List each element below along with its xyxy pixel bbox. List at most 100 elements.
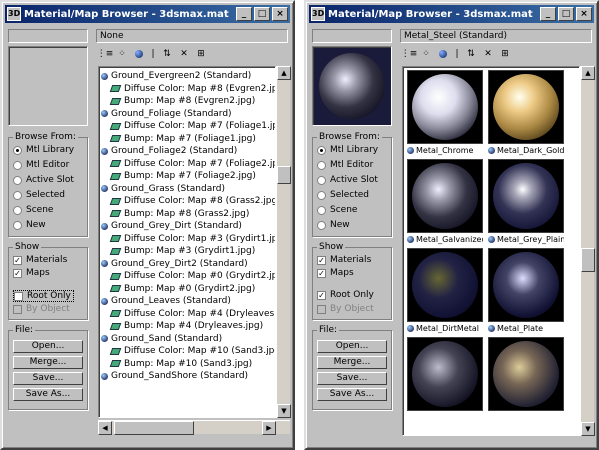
delete-icon[interactable]: ✕ bbox=[481, 48, 495, 60]
map-node[interactable]: Bump: Map #8 (Evgren2.jpg) bbox=[99, 95, 275, 108]
update-scene-icon[interactable]: ⇅ bbox=[160, 48, 174, 60]
close-button[interactable]: × bbox=[576, 7, 592, 21]
save-as-button[interactable]: Save As... bbox=[13, 388, 83, 401]
radio-selected[interactable]: Selected bbox=[317, 190, 369, 200]
checkbox-by-object[interactable]: By Object bbox=[13, 304, 70, 314]
material-node[interactable]: Ground_Foliage2 (Standard) bbox=[99, 145, 275, 158]
vertical-scrollbar[interactable]: ▲ ▼ bbox=[580, 66, 595, 436]
view-large-icons-icon[interactable] bbox=[439, 50, 447, 58]
material-thumbnail[interactable]: Metal_Chrome bbox=[407, 70, 483, 156]
map-node[interactable]: Bump: Map #0 (Grydirt2.jpg) bbox=[99, 283, 275, 296]
scroll-thumb[interactable] bbox=[277, 166, 291, 184]
merge-button[interactable]: Merge... bbox=[317, 356, 387, 369]
update-scene-icon[interactable]: ⇅ bbox=[464, 48, 478, 60]
material-node[interactable]: Ground_SandShore (Standard) bbox=[99, 370, 275, 383]
material-node[interactable]: Ground_Grey_Dirt (Standard) bbox=[99, 220, 275, 233]
view-large-icons-icon[interactable] bbox=[135, 50, 143, 58]
radio-selected[interactable]: Selected bbox=[13, 190, 65, 200]
radio-new[interactable]: New bbox=[317, 220, 350, 230]
horizontal-scrollbar[interactable]: ◀ ▶ bbox=[98, 420, 290, 435]
material-node[interactable]: Ground_Evergreen2 (Standard) bbox=[99, 70, 275, 83]
material-thumbnail-grid[interactable]: Metal_Chrome Metal_Dark_Gold Metal_Galvani… bbox=[402, 66, 580, 436]
delete-icon[interactable]: ✕ bbox=[177, 48, 191, 60]
title-bar[interactable]: 3D Material/Map Browser - 3dsmax.mat _ □… bbox=[5, 5, 290, 23]
map-node[interactable]: Diffuse Color: Map #0 (Grydirt2.jpg) bbox=[99, 270, 275, 283]
search-name-field[interactable] bbox=[312, 29, 392, 43]
view-list-icon[interactable]: ⋮≡ bbox=[401, 48, 418, 60]
map-node[interactable]: Bump: Map #7 (Foliage1.jpg) bbox=[99, 133, 275, 146]
checkbox-maps[interactable]: ✓ Maps bbox=[13, 268, 50, 278]
map-node[interactable]: Diffuse Color: Map #8 (Evgren2.jpg) bbox=[99, 83, 275, 96]
map-node[interactable]: Bump: Map #3 (Grydirt1.jpg) bbox=[99, 245, 275, 258]
map-node[interactable]: Diffuse Color: Map #7 (Foliage1.jpg) bbox=[99, 120, 275, 133]
material-node[interactable]: Ground_Grass (Standard) bbox=[99, 183, 275, 196]
view-small-icons-icon[interactable]: ⁘ bbox=[115, 48, 129, 60]
radio-new[interactable]: New bbox=[13, 220, 46, 230]
map-node[interactable]: Diffuse Color: Map #8 (Grass2.jpg) bbox=[99, 195, 275, 208]
material-thumbnail[interactable]: Metal_DirtMetal bbox=[407, 248, 483, 334]
radio-active-slot[interactable]: Active Slot bbox=[13, 175, 74, 185]
title-bar[interactable]: 3D Material/Map Browser - 3dsmax.mat _ □… bbox=[309, 5, 594, 23]
maximize-button[interactable]: □ bbox=[558, 7, 574, 21]
selected-name-field: None bbox=[96, 29, 288, 43]
material-thumbnail[interactable]: Metal_Dark_Gold bbox=[488, 70, 564, 156]
save-button[interactable]: Save... bbox=[317, 372, 387, 385]
material-node[interactable]: Ground_Sand (Standard) bbox=[99, 333, 275, 346]
scroll-left-button[interactable]: ◀ bbox=[98, 421, 112, 435]
map-node[interactable]: Diffuse Color: Map #7 (Foliage2.jpg) bbox=[99, 158, 275, 171]
save-button[interactable]: Save... bbox=[13, 372, 83, 385]
material-thumbnail[interactable]: Metal_Grey_Plain bbox=[488, 159, 564, 245]
map-node[interactable]: Bump: Map #4 (Dryleaves.jpg) bbox=[99, 320, 275, 333]
maximize-button[interactable]: □ bbox=[254, 7, 270, 21]
open-button[interactable]: Open... bbox=[13, 340, 83, 353]
radio-scene[interactable]: Scene bbox=[317, 205, 357, 215]
search-name-field[interactable] bbox=[8, 29, 88, 43]
scroll-up-button[interactable]: ▲ bbox=[581, 66, 595, 80]
map-node[interactable]: Diffuse Color: Map #10 (Sand3.jpg) bbox=[99, 345, 275, 358]
checkbox-materials[interactable]: ✓ Materials bbox=[13, 255, 67, 265]
checkbox-root-only[interactable]: ✓ Root Only bbox=[317, 290, 374, 300]
scroll-thumb[interactable] bbox=[581, 248, 595, 272]
material-node[interactable]: Ground_Grey_Dirt2 (Standard) bbox=[99, 258, 275, 271]
view-list-icon[interactable]: ⋮≡ bbox=[97, 48, 114, 60]
map-node[interactable]: Diffuse Color: Map #3 (Grydirt1.jpg) bbox=[99, 233, 275, 246]
map-node[interactable]: Bump: Map #10 (Sand3.jpg) bbox=[99, 358, 275, 371]
scroll-right-button[interactable]: ▶ bbox=[262, 421, 276, 435]
checkbox-by-object[interactable]: By Object bbox=[317, 304, 374, 314]
radio-active-slot[interactable]: Active Slot bbox=[317, 175, 378, 185]
minimize-button[interactable]: _ bbox=[540, 7, 556, 21]
material-node[interactable]: Ground_Foliage (Standard) bbox=[99, 108, 275, 121]
clear-icon[interactable]: ⊞ bbox=[498, 48, 512, 60]
scroll-up-button[interactable]: ▲ bbox=[277, 66, 291, 80]
material-thumbnail[interactable] bbox=[488, 337, 564, 411]
checkbox-maps[interactable]: ✓ Maps bbox=[317, 268, 354, 278]
radio-scene[interactable]: Scene bbox=[13, 205, 53, 215]
merge-button[interactable]: Merge... bbox=[13, 356, 83, 369]
checkbox-root-only[interactable]: Root Only bbox=[13, 290, 74, 302]
minimize-button[interactable]: _ bbox=[236, 7, 252, 21]
material-thumbnail[interactable]: Metal_Galvanized bbox=[407, 159, 483, 245]
material-thumbnail[interactable] bbox=[407, 337, 483, 411]
open-button[interactable]: Open... bbox=[317, 340, 387, 353]
radio-mtl-library[interactable]: Mtl Library bbox=[13, 145, 74, 155]
save-as-button[interactable]: Save As... bbox=[317, 388, 387, 401]
material-sphere-icon bbox=[407, 324, 414, 332]
material-node[interactable]: Ground_Leaves (Standard) bbox=[99, 295, 275, 308]
material-thumbnail[interactable]: Metal_Plate bbox=[488, 248, 564, 334]
radio-mtl-library[interactable]: Mtl Library bbox=[317, 145, 378, 155]
map-node[interactable]: Bump: Map #8 (Grass2.jpg) bbox=[99, 208, 275, 221]
clear-icon[interactable]: ⊞ bbox=[194, 48, 208, 60]
vertical-scrollbar[interactable]: ▲ ▼ bbox=[276, 66, 291, 418]
map-node[interactable]: Bump: Map #7 (Foliage2.jpg) bbox=[99, 170, 275, 183]
hscroll-thumb[interactable] bbox=[114, 421, 194, 435]
view-small-icons-icon[interactable]: ⁘ bbox=[419, 48, 433, 60]
scroll-down-button[interactable]: ▼ bbox=[581, 422, 595, 436]
map-node[interactable]: Diffuse Color: Map #4 (Dryleaves.jpg) bbox=[99, 308, 275, 321]
browser-window-thumbnails: 3D Material/Map Browser - 3dsmax.mat _ □… bbox=[304, 0, 599, 450]
checkbox-materials[interactable]: ✓ Materials bbox=[317, 255, 371, 265]
material-tree-list[interactable]: Ground_Evergreen2 (Standard) Diffuse Colo… bbox=[98, 66, 276, 418]
scroll-down-button[interactable]: ▼ bbox=[277, 404, 291, 418]
close-button[interactable]: × bbox=[272, 7, 288, 21]
radio-mtl-editor[interactable]: Mtl Editor bbox=[317, 160, 373, 170]
radio-mtl-editor[interactable]: Mtl Editor bbox=[13, 160, 69, 170]
